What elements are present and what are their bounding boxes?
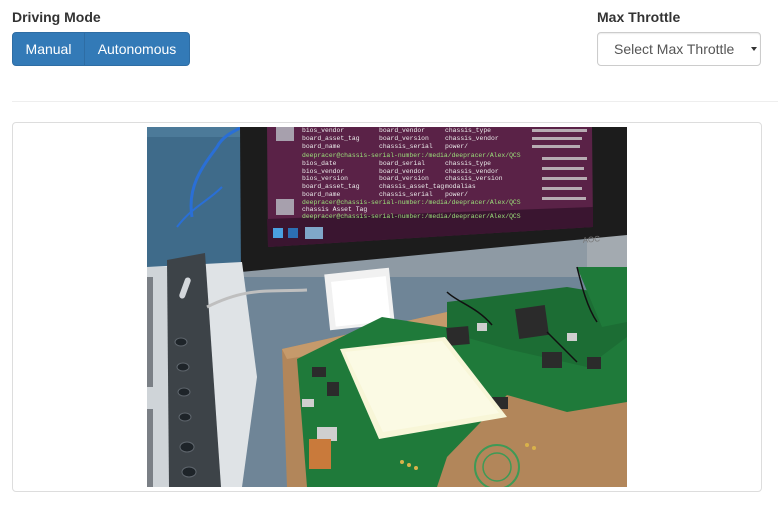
manual-mode-button[interactable]: Manual [12,32,85,66]
terminal-col2-line: chassis_serial [379,143,433,150]
terminal-col3-line: power/ [445,191,468,198]
terminal-col1-line: bios_vendor [302,168,344,175]
terminal-col1-line: bios_version [302,175,348,182]
camera-feed-image: bios_vendor board_asset_tag board_name b… [147,127,627,487]
terminal-col2-line: board_vendor [379,127,425,134]
terminal-col3-line: chassis_version [445,175,503,182]
terminal-col1-line: bios_date [302,160,337,167]
driving-mode-toggle: Manual Autonomous [12,32,190,66]
max-throttle-selected-value: Select Max Throttle [614,41,735,57]
terminal-col2-line: board_vendor [379,168,425,175]
terminal-col1-line: bios_vendor [302,127,344,134]
autonomous-mode-button[interactable]: Autonomous [84,32,190,66]
terminal-col2-line: chassis_serial [379,191,433,198]
terminal-col3-line: power/ [445,143,468,150]
terminal-col3-line: modalias [445,183,476,190]
monitor-brand-logo: AOC [582,234,600,245]
terminal-col1-line: board_asset_tag [302,135,360,142]
terminal-col3-line: chassis_type [445,127,491,134]
terminal-prompt: deepracer@chassis-serial-number:/media/d… [302,213,521,220]
terminal-col3-line: chassis_vendor [445,135,499,142]
max-throttle-select[interactable]: Select Max Throttle [597,32,761,66]
terminal-col2-line: board_version [379,135,429,142]
terminal-asset-line: chassis Asset Tag [302,206,367,213]
camera-feed-scene: bios_vendor board_asset_tag board_name b… [147,127,627,487]
terminal-col1-line: board_asset_tag [302,183,360,190]
terminal-col3-line: chassis_vendor [445,168,499,175]
section-divider [12,101,778,102]
terminal-col3-line: chassis_type [445,160,491,167]
terminal-col1-line: board_name [302,191,341,198]
driving-mode-label: Driving Mode [12,9,101,25]
terminal-col2-line: board_version [379,175,429,182]
terminal-col2-line: chassis_asset_tag [379,183,444,190]
terminal-col2-line: board_serial [379,160,425,167]
terminal-prompt: deepracer@chassis-serial-number:/media/d… [302,152,521,159]
terminal-col1-line: board_name [302,143,341,150]
max-throttle-label: Max Throttle [597,9,681,25]
terminal-prompt: deepracer@chassis-serial-number:/media/d… [302,199,521,206]
chevron-down-icon [751,47,757,51]
